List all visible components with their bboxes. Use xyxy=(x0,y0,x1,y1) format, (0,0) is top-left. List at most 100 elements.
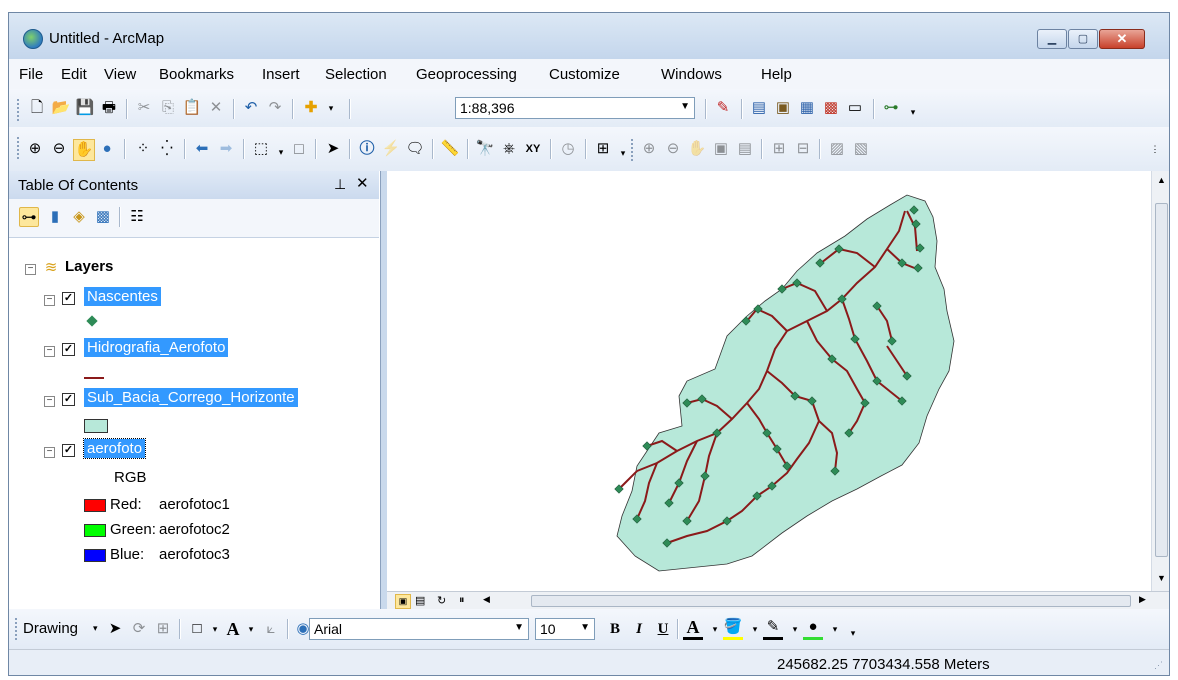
undo-icon[interactable]: ↶ xyxy=(241,98,261,118)
horizontal-scroll-thumb[interactable] xyxy=(531,595,1131,607)
zoom-to-selected-icon[interactable]: ⊞ xyxy=(153,619,173,639)
font-size-combobox[interactable]: 10 ▼ xyxy=(535,618,595,640)
resize-grip-icon[interactable]: ⋰ xyxy=(1154,660,1163,671)
fixed-zoom-out-icon[interactable]: ⁛ xyxy=(157,139,177,159)
map-canvas[interactable] xyxy=(387,171,1151,591)
pause-drawing-icon[interactable]: ⏸ xyxy=(459,594,465,607)
fill-color-icon[interactable]: 🪣 xyxy=(723,617,743,640)
toolbar-options-icon[interactable]: ▾ xyxy=(843,623,863,643)
list-by-visibility-icon[interactable]: ◈ xyxy=(69,207,89,227)
pan-hand-icon[interactable]: ✋ xyxy=(73,139,95,161)
identify-icon[interactable]: ⓘ xyxy=(357,139,377,159)
print-icon[interactable]: 🖶 xyxy=(99,98,119,118)
marker-color-icon[interactable]: ● xyxy=(803,617,823,640)
toolbar-grip[interactable] xyxy=(17,137,21,159)
html-popup-icon[interactable]: 🗨 xyxy=(405,139,425,159)
chevron-down-icon[interactable]: ▼ xyxy=(580,622,590,633)
maximize-button[interactable]: ▢ xyxy=(1068,29,1098,49)
save-icon[interactable]: 💾 xyxy=(75,98,95,118)
collapse-layer-icon[interactable]: − xyxy=(44,295,55,306)
fixed-zoom-in-icon[interactable]: ⁘ xyxy=(133,139,153,159)
go-to-xy-icon[interactable]: XY xyxy=(523,139,543,159)
zoom-whole-page-icon[interactable]: ▣ xyxy=(711,139,731,159)
zoom-in-icon[interactable]: ⊕ xyxy=(25,139,45,159)
list-by-selection-icon[interactable]: ▩ xyxy=(93,207,113,227)
clear-selection-icon[interactable]: ◻ xyxy=(289,139,309,159)
chevron-down-icon[interactable]: ▼ xyxy=(680,101,690,112)
menu-view[interactable]: View xyxy=(104,66,136,83)
chevron-down-icon[interactable]: ▼ xyxy=(514,622,524,633)
menu-windows[interactable]: Windows xyxy=(661,66,722,83)
close-button[interactable]: ✕ xyxy=(1099,29,1145,49)
modelbuilder-icon[interactable]: ⊶ xyxy=(881,98,901,118)
sub-bacia-polygon[interactable] xyxy=(616,194,955,572)
layer-visibility-checkbox[interactable]: ✓ xyxy=(62,444,75,457)
scroll-up-arrow-icon[interactable]: ▲ xyxy=(1157,175,1166,185)
layers-root-label[interactable]: Layers xyxy=(65,258,113,275)
underline-button[interactable]: U xyxy=(653,619,673,639)
layer-visibility-checkbox[interactable]: ✓ xyxy=(62,393,75,406)
toolbar-grip[interactable] xyxy=(17,99,21,121)
go-back-arrow-icon[interactable]: ⬅ xyxy=(192,139,212,159)
menu-file[interactable]: File xyxy=(19,66,43,83)
marker-color-dropdown-icon[interactable]: ▾ xyxy=(825,619,845,639)
minimize-button[interactable]: ▁ xyxy=(1037,29,1067,49)
open-folder-icon[interactable]: 📂 xyxy=(51,98,71,118)
menu-help[interactable]: Help xyxy=(761,66,792,83)
collapse-layer-icon[interactable]: − xyxy=(44,447,55,458)
font-name-combobox[interactable]: Arial ▼ xyxy=(309,618,529,640)
line-color-icon[interactable]: ✎ xyxy=(763,617,783,640)
find-route-icon[interactable]: ⎈ xyxy=(499,139,519,159)
text-dropdown-icon[interactable]: ▾ xyxy=(241,619,261,639)
zoom-100-percent-icon[interactable]: ▤ xyxy=(735,139,755,159)
drawing-menu-dropdown-icon[interactable]: ▾ xyxy=(93,623,98,634)
scroll-left-arrow-icon[interactable]: ◀ xyxy=(483,594,490,605)
table-of-contents-icon[interactable]: ▤ xyxy=(749,98,769,118)
previous-extent-layout-icon[interactable]: ▨ xyxy=(827,139,847,159)
layer-sub-bacia[interactable]: Sub_Bacia_Corrego_Horizonte xyxy=(84,388,298,407)
menu-insert[interactable]: Insert xyxy=(262,66,300,83)
select-elements-arrow-icon[interactable]: ➤ xyxy=(105,619,125,639)
go-forward-arrow-icon[interactable]: ➡ xyxy=(216,139,236,159)
drawing-menu[interactable]: Drawing xyxy=(23,620,78,637)
menu-geoprocessing[interactable]: Geoprocessing xyxy=(416,66,517,83)
scroll-down-arrow-icon[interactable]: ▼ xyxy=(1157,573,1166,583)
catalog-icon[interactable]: ▣ xyxy=(773,98,793,118)
layer-visibility-checkbox[interactable]: ✓ xyxy=(62,292,75,305)
menu-selection[interactable]: Selection xyxy=(325,66,387,83)
layout-pan-icon[interactable]: ✋ xyxy=(687,139,707,159)
toolbar-grip[interactable] xyxy=(15,618,19,640)
delete-icon[interactable]: ✕ xyxy=(206,98,226,118)
vertical-scroll-thumb[interactable] xyxy=(1155,203,1168,557)
toolbar-grip[interactable] xyxy=(631,139,635,161)
toolbar-overflow-icon[interactable]: ⋮ xyxy=(1145,139,1165,159)
collapse-layers-icon[interactable]: − xyxy=(25,264,36,275)
select-features-dropdown-icon[interactable]: ▾ xyxy=(271,142,291,162)
list-by-drawing-order-icon[interactable]: ⊶ xyxy=(19,207,39,227)
toc-options-icon[interactable]: ☷ xyxy=(127,207,147,227)
fixed-zoom-in-layout-icon[interactable]: ⊞ xyxy=(769,139,789,159)
map-vertical-scrollbar[interactable]: ▲ ▼ xyxy=(1151,171,1169,591)
layer-nascentes[interactable]: Nascentes xyxy=(84,287,161,306)
bold-button[interactable]: B xyxy=(605,619,625,639)
collapse-layer-icon[interactable]: − xyxy=(44,396,55,407)
spring-point-symbol[interactable] xyxy=(86,315,98,327)
font-color-button[interactable]: A xyxy=(683,617,703,640)
map-scale-combobox[interactable]: 1:88,396 ▼ xyxy=(455,97,695,119)
fill-color-dropdown-icon[interactable]: ▾ xyxy=(745,619,765,639)
layer-hidrografia[interactable]: Hidrografia_Aerofoto xyxy=(84,338,229,357)
add-data-icon[interactable]: ✚ xyxy=(301,98,321,118)
hyperlink-icon[interactable]: ⚡ xyxy=(381,139,401,159)
zoom-out-icon[interactable]: ⊖ xyxy=(49,139,69,159)
menu-customize[interactable]: Customize xyxy=(549,66,620,83)
new-document-icon[interactable]: 🗋 xyxy=(27,98,47,118)
pin-icon[interactable]: ⊥ xyxy=(334,176,346,193)
select-elements-arrow-icon[interactable]: ➤ xyxy=(323,139,343,159)
cut-icon[interactable]: ✂ xyxy=(134,98,154,118)
text-tool-icon[interactable]: A xyxy=(223,619,243,639)
editor-toolbar-icon[interactable]: ✎ xyxy=(713,98,733,118)
next-extent-layout-icon[interactable]: ▧ xyxy=(851,139,871,159)
layout-zoom-in-icon[interactable]: ⊕ xyxy=(639,139,659,159)
basin-polygon-symbol[interactable] xyxy=(84,419,108,433)
refresh-view-icon[interactable]: ↻ xyxy=(437,594,446,607)
